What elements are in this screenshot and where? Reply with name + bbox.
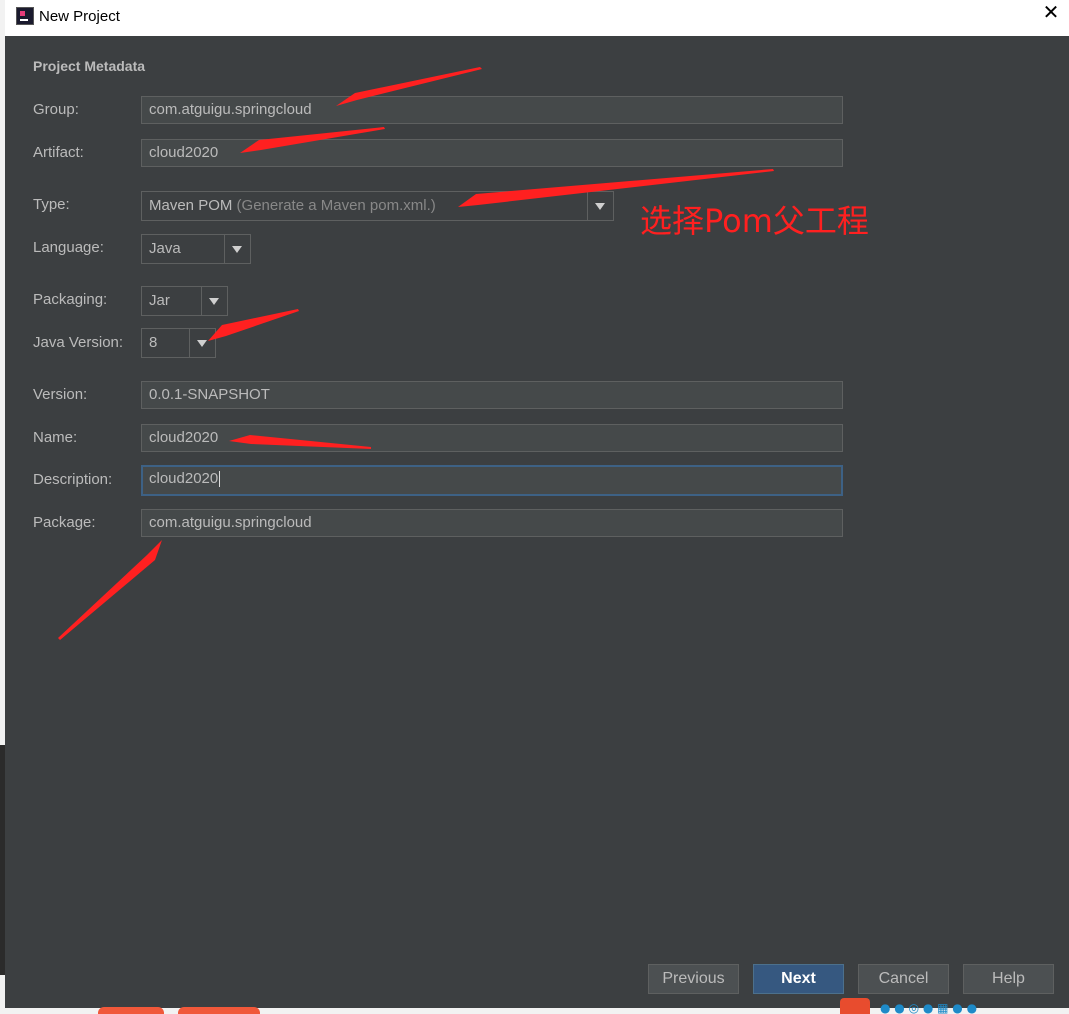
type-label: Type: — [33, 196, 70, 213]
previous-button[interactable]: Previous — [648, 964, 739, 994]
name-field[interactable]: cloud2020 — [141, 424, 843, 452]
title-bar: New Project ✕ — [5, 0, 1069, 36]
window-title: New Project — [39, 8, 120, 25]
ime-icon[interactable] — [840, 998, 870, 1014]
new-project-dialog: New Project ✕ Project Metadata Group: co… — [5, 0, 1069, 1008]
package-label: Package: — [33, 514, 96, 531]
language-select-value: Java — [149, 240, 181, 257]
name-label: Name: — [33, 429, 78, 446]
intellij-icon — [16, 7, 34, 25]
artifact-field[interactable]: cloud2020 — [141, 139, 843, 167]
type-select-value: Maven POM — [149, 197, 233, 214]
language-label: Language: — [33, 239, 104, 256]
version-label: Version: — [33, 386, 88, 403]
artifact-label: Artifact: — [33, 144, 84, 161]
packaging-label: Packaging: — [33, 291, 108, 308]
package-field[interactable]: com.atguigu.springcloud — [141, 509, 843, 537]
cancel-button[interactable]: Cancel — [858, 964, 949, 994]
section-title: Project Metadata — [33, 58, 146, 74]
chevron-down-icon[interactable] — [224, 235, 250, 263]
group-field[interactable]: com.atguigu.springcloud — [141, 96, 843, 124]
description-value: cloud2020 — [149, 470, 219, 487]
type-select[interactable]: Maven POM (Generate a Maven pom.xml.) — [141, 191, 614, 221]
group-label: Group: — [33, 101, 79, 118]
java-version-select[interactable]: 8 — [141, 328, 216, 358]
annotation-text: 选择Pom父工程 — [640, 202, 869, 240]
chevron-down-icon[interactable] — [189, 329, 215, 357]
next-button[interactable]: Next — [753, 964, 844, 994]
packaging-select-value: Jar — [149, 292, 170, 309]
chevron-down-icon[interactable] — [201, 287, 227, 315]
help-button[interactable]: Help — [963, 964, 1054, 994]
type-select-hint: (Generate a Maven pom.xml.) — [236, 197, 436, 214]
language-select[interactable]: Java — [141, 234, 251, 264]
java-version-label: Java Version: — [33, 334, 124, 351]
description-field[interactable]: cloud2020 — [141, 465, 843, 496]
close-icon[interactable]: ✕ — [1033, 0, 1069, 36]
java-version-select-value: 8 — [149, 334, 158, 351]
taskbar-button[interactable] — [98, 1007, 164, 1014]
text-caret — [219, 471, 221, 488]
packaging-select[interactable]: Jar — [141, 286, 228, 316]
chevron-down-icon[interactable] — [587, 192, 613, 220]
taskbar-button[interactable] — [178, 1007, 260, 1014]
system-tray-icons[interactable]: ● ● ◎ ● ▦ ● ● — [880, 1001, 977, 1014]
version-field[interactable]: 0.0.1-SNAPSHOT — [141, 381, 843, 409]
description-label: Description: — [33, 471, 113, 488]
